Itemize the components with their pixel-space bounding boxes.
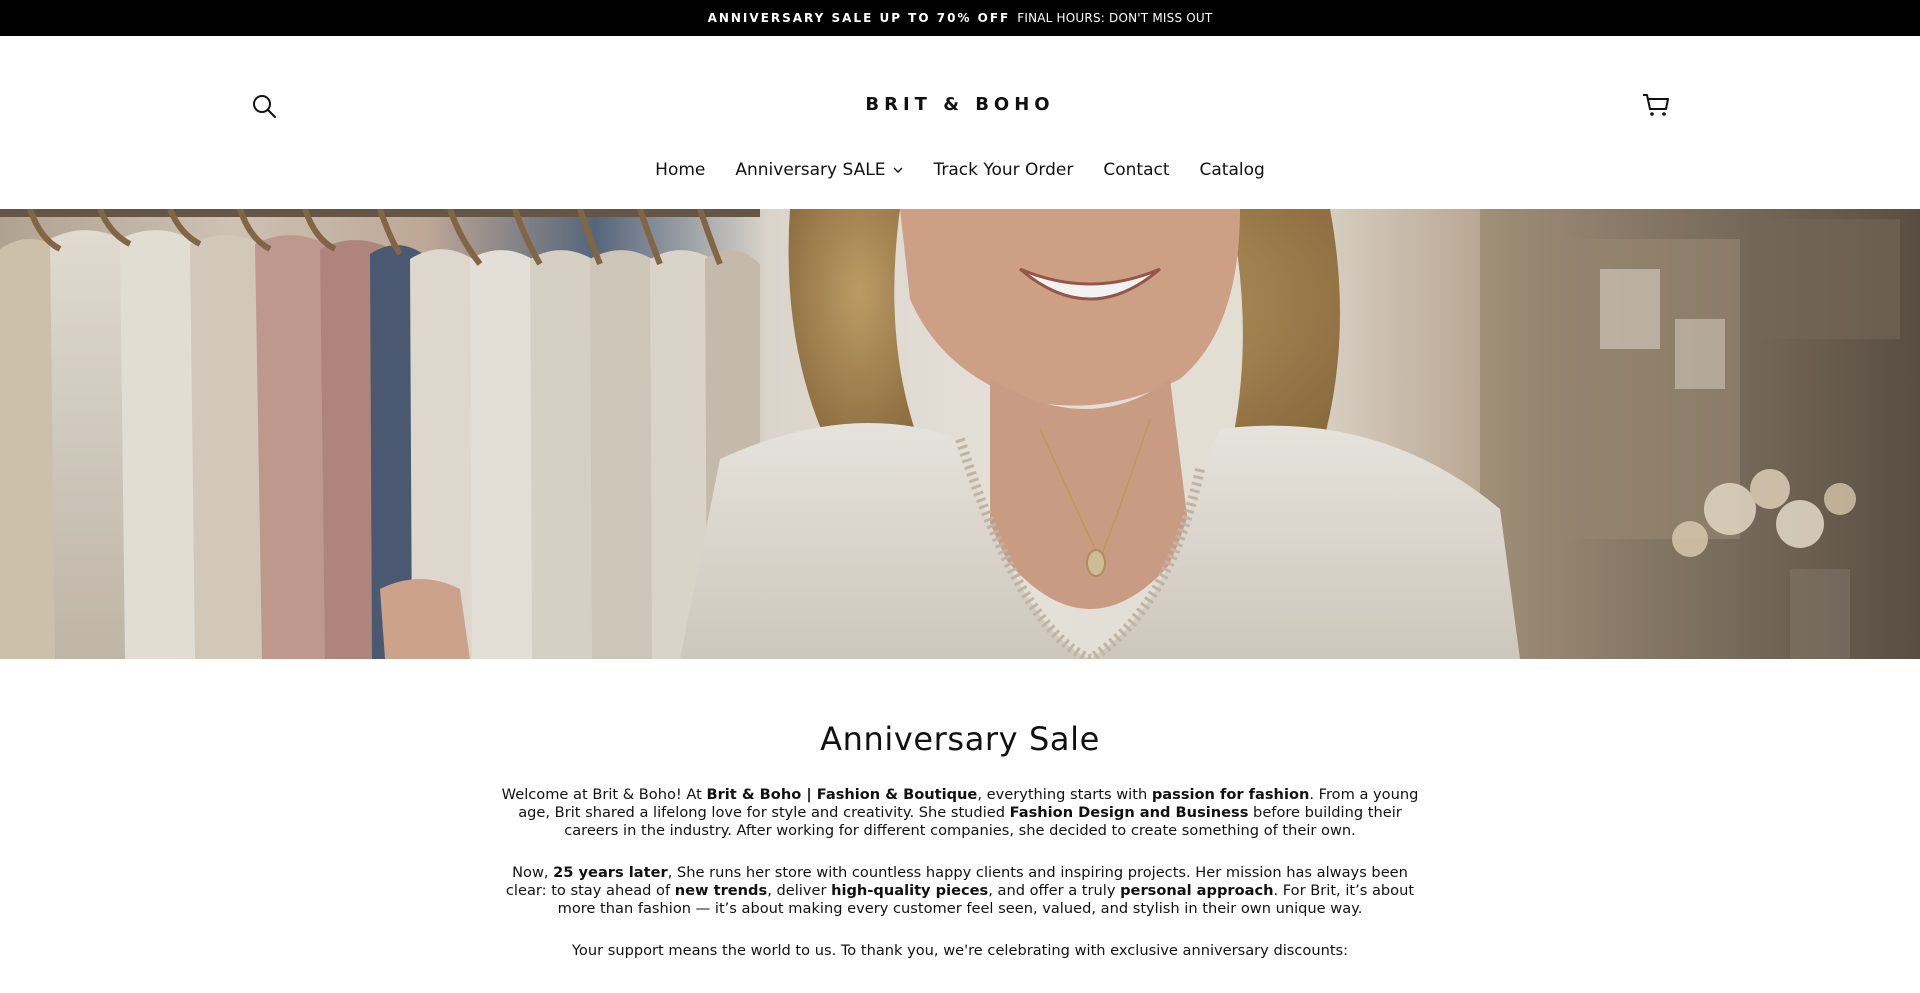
bold-text: high-quality pieces xyxy=(831,882,989,899)
page-title: Anniversary Sale xyxy=(820,720,1100,758)
cart-icon xyxy=(1643,94,1669,116)
text-segment: Welcome at Brit & Boho! At xyxy=(501,786,707,803)
nav-item-label: Anniversary SALE xyxy=(735,160,886,180)
hero-illustration xyxy=(0,209,1920,659)
text-segment: Now, xyxy=(512,864,554,881)
site-logo[interactable]: BRIT & BOHO xyxy=(0,94,1920,115)
nav-item-anniversary-sale[interactable]: Anniversary SALE xyxy=(720,160,918,180)
nav-item-label: Catalog xyxy=(1199,160,1265,180)
intro-paragraph: Welcome at Brit & Boho! At Brit & Boho |… xyxy=(490,786,1430,840)
chevron-down-icon xyxy=(893,167,903,173)
bold-text: personal approach xyxy=(1120,882,1274,899)
nav-item-label: Home xyxy=(655,160,706,180)
main-content: Anniversary Sale Welcome at Brit & Boho!… xyxy=(0,720,1920,960)
main-nav: Home Anniversary SALE Track Your Order C… xyxy=(0,160,1920,180)
mission-paragraph: Now, 25 years later, She runs her store … xyxy=(490,864,1430,918)
bold-text: Brit & Boho | Fashion & Boutique xyxy=(706,786,978,803)
text-segment: , everything starts with xyxy=(977,786,1152,803)
announcement-rest: FINAL HOURS: DON'T MISS OUT xyxy=(1017,11,1213,25)
thanks-paragraph: Your support means the world to us. To t… xyxy=(571,942,1349,959)
nav-item-label: Contact xyxy=(1103,160,1170,180)
text-segment: , and offer a truly xyxy=(988,882,1121,899)
announcement-strong: ANNIVERSARY SALE UP TO 70% OFF xyxy=(707,11,1011,25)
nav-item-home[interactable]: Home xyxy=(640,160,720,180)
announcement-bar: ANNIVERSARY SALE UP TO 70% OFF FINAL HOU… xyxy=(0,0,1920,36)
cart-button[interactable] xyxy=(1640,88,1672,120)
hero-image xyxy=(0,209,1920,659)
nav-item-contact[interactable]: Contact xyxy=(1088,160,1184,180)
bold-text: new trends xyxy=(674,882,768,899)
text-segment: , deliver xyxy=(767,882,832,899)
nav-item-track-order[interactable]: Track Your Order xyxy=(918,160,1088,180)
bold-text: passion for fashion xyxy=(1151,786,1310,803)
bold-text: Fashion Design and Business xyxy=(1009,804,1249,821)
nav-item-label: Track Your Order xyxy=(933,160,1074,180)
bold-text: 25 years later xyxy=(553,864,668,881)
site-header: BRIT & BOHO Home Anniversary SALE Track … xyxy=(0,36,1920,209)
nav-item-catalog[interactable]: Catalog xyxy=(1185,160,1280,180)
